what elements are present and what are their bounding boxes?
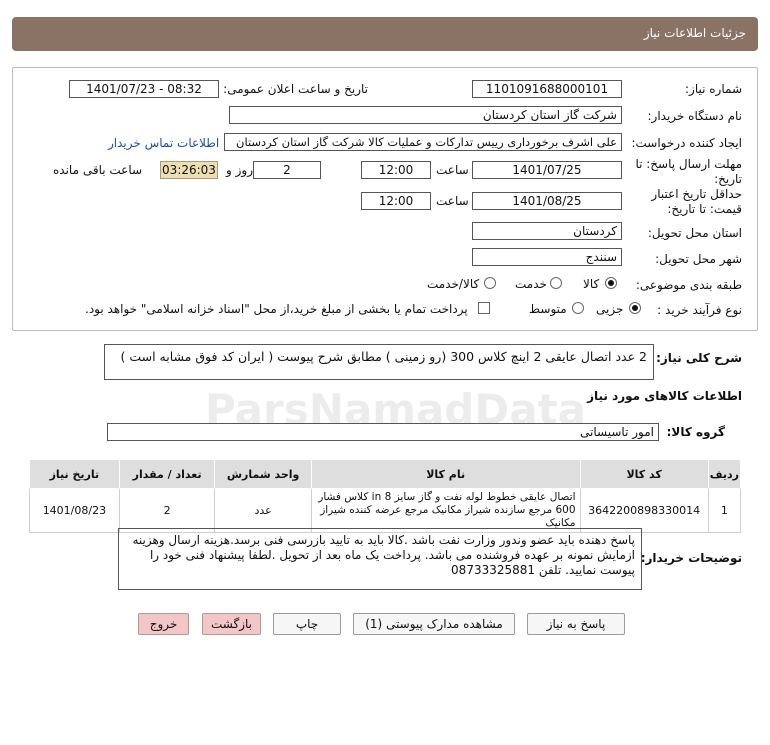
process-type-label: نوع فرآیند خرید : (657, 303, 742, 317)
exit-button[interactable]: خروج (138, 613, 189, 635)
validity-time-field: 12:00 (361, 192, 431, 210)
cell-code: 3642200898330014 (579, 488, 709, 533)
city-label: شهر محل تحویل: (655, 252, 742, 266)
col-date: تاریخ نیاز (29, 459, 120, 489)
province-label: استان محل تحویل: (647, 226, 742, 240)
items-table: ردیف کد کالا نام کالا واحد شمارش تعداد /… (29, 459, 742, 533)
col-qty: تعداد / مقدار (118, 459, 216, 489)
process-medium-radio[interactable] (572, 302, 584, 314)
back-button[interactable]: بازگشت (202, 613, 261, 635)
reply-time-label: ساعت (436, 163, 469, 177)
cell-row: 1 (707, 488, 742, 533)
days-field: 2 (253, 161, 321, 179)
cell-qty: 2 (118, 488, 216, 533)
buyer-org-label: نام دستگاه خریدار: (647, 109, 743, 123)
province-field: کردستان (472, 222, 622, 240)
requester-label: ایجاد کننده درخواست: (631, 136, 742, 150)
remaining-label: ساعت باقی مانده (53, 163, 143, 177)
treasury-note: پرداخت تمام یا بخشی از مبلغ خرید،از محل … (85, 302, 468, 316)
col-name: نام کالا (310, 459, 581, 489)
process-partial-radio[interactable] (629, 302, 641, 314)
buyer-notes-field: پاسخ دهنده باید عضو وندور وزارت نفت باشد… (118, 528, 642, 590)
buyer-notes-label: توضیحات خریدار: (640, 551, 742, 565)
page-title: جزئیات اطلاعات نیاز (643, 26, 746, 40)
goods-group-field: امور تاسیساتی (107, 423, 659, 441)
reply-time-field: 12:00 (361, 161, 431, 179)
table-row: 1 3642200898330014 اتصال عایقی خطوط لوله… (29, 488, 742, 533)
cell-unit: عدد (214, 488, 312, 533)
process-medium-label: متوسط (529, 302, 567, 316)
validity-date-field: 1401/08/25 (472, 192, 622, 210)
requester-field: علی اشرف برخورداری رییس تدارکات و عملیات… (224, 133, 622, 151)
general-desc-field: 2 عدد اتصال عایقی 2 اینچ کلاس 300 (رو زم… (104, 344, 654, 380)
col-unit: واحد شمارش (214, 459, 312, 489)
col-code: کد کالا (579, 459, 709, 489)
buyer-org-field: شرکت گاز استان کردستان (229, 106, 622, 124)
price-validity-label: حداقل تاریخ اعتبار قیمت: تا تاریخ: (651, 187, 742, 216)
reply-date-field: 1401/07/25 (472, 161, 622, 179)
validity-time-label: ساعت (436, 194, 469, 208)
need-number-label: شماره نیاز: (685, 82, 742, 96)
reply-deadline-label: مهلت ارسال پاسخ: تا تاریخ: (635, 157, 742, 186)
category-label: طبقه بندی موضوعی: (635, 278, 742, 292)
treasury-checkbox[interactable] (478, 302, 490, 314)
goods-group-label: گروه کالا: (666, 425, 725, 439)
category-service-label: خدمت (515, 277, 547, 291)
process-partial-label: جزیی (596, 302, 624, 316)
cell-date: 1401/08/23 (29, 488, 120, 533)
print-button[interactable]: چاپ (273, 613, 341, 635)
category-goods-radio[interactable] (605, 277, 617, 289)
announce-datetime-field: 1401/07/23 - 08:32 (69, 80, 219, 98)
need-number-field: 1101091688000101 (472, 80, 622, 98)
category-goods-service-radio[interactable] (484, 277, 496, 289)
contact-info-link[interactable]: اطلاعات تماس خریدار (108, 136, 219, 150)
city-field: سنندج (472, 248, 622, 266)
cell-name: اتصال عایقی خطوط لوله نفت و گاز سایز 8 i… (310, 488, 581, 533)
general-desc-label: شرح کلی نیاز: (656, 351, 742, 365)
announce-datetime-label: تاریخ و ساعت اعلان عمومی: (223, 82, 368, 96)
page-header: جزئیات اطلاعات نیاز (12, 17, 758, 51)
items-table-wrapper: ردیف کد کالا نام کالا واحد شمارش تعداد /… (29, 459, 742, 533)
reply-button[interactable]: پاسخ به نیاز (527, 613, 625, 635)
category-goods-service-label: کالا/خدمت (427, 277, 480, 291)
view-docs-button[interactable]: مشاهده مدارک پیوستی (1) (353, 613, 515, 635)
col-row: ردیف (707, 459, 742, 489)
days-and-label: روز و (226, 163, 253, 177)
remaining-time-field: 03:26:03 (160, 161, 218, 179)
category-goods-label: کالا (583, 277, 600, 291)
category-service-radio[interactable] (550, 277, 562, 289)
goods-info-heading: اطلاعات کالاهای مورد نیاز (587, 389, 742, 403)
